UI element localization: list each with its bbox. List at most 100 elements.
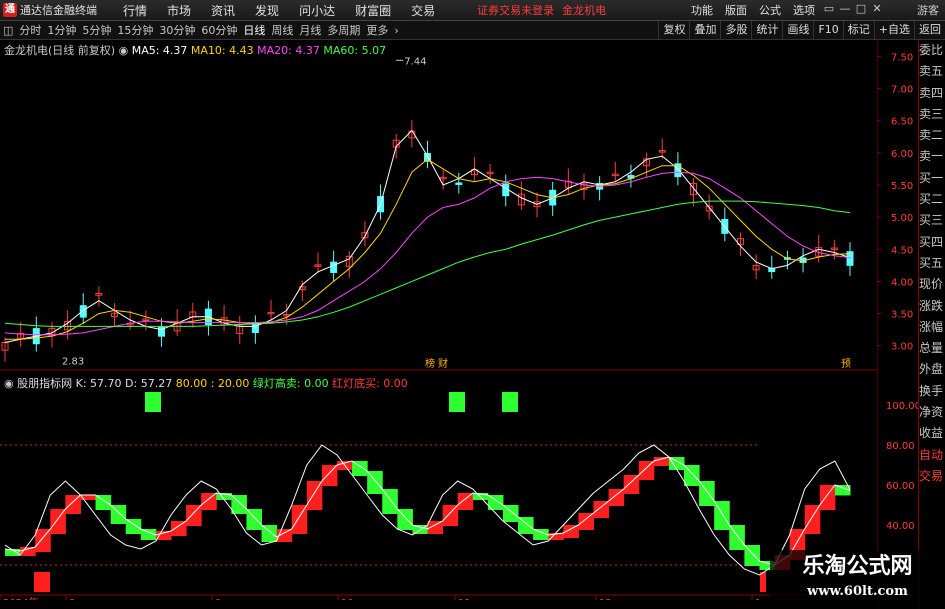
multi-stock-button[interactable]: 多股	[720, 21, 751, 39]
menu-item-news[interactable]: 资讯	[201, 2, 245, 19]
draw-button[interactable]: 画线	[782, 21, 813, 39]
close-icon[interactable]: ✕	[869, 2, 885, 18]
x-tick-label: 10	[341, 598, 354, 600]
price-scale: 7.50 7.00 6.50 6.00 5.50 5.00 4.50 4.00 3.50 3.00…	[877, 40, 918, 609]
fall-bar	[352, 461, 368, 476]
rp-net-asset: 净资	[919, 405, 944, 420]
minimize-icon[interactable]: —	[837, 2, 853, 18]
event-marker-c[interactable]: 预	[841, 358, 851, 370]
indicator-tick-label: 80.00	[886, 441, 915, 452]
settings-icon[interactable]: ◉	[119, 44, 129, 57]
back-button[interactable]: 返回	[914, 21, 945, 39]
rise-bar	[65, 495, 81, 514]
menu-item-quotes[interactable]: 行情	[113, 2, 157, 19]
price-tick-label: 5.00	[891, 213, 913, 224]
watermark: 乐淘公式网 www.60lt.com	[770, 550, 945, 609]
rp-ask5: 卖五	[919, 64, 944, 79]
green-signal-block	[502, 392, 518, 412]
x-tick-label: 12	[599, 598, 612, 600]
tf-more[interactable]: 更多	[363, 22, 391, 38]
broker-login-status[interactable]: 证券交易未登录	[477, 2, 554, 18]
price-tick-label: 5.50	[891, 181, 913, 192]
fall-bar	[502, 505, 519, 522]
menu-item-wealth[interactable]: 财富圈	[345, 2, 401, 19]
menu-item-discover[interactable]: 发现	[245, 2, 289, 19]
event-marker-a[interactable]: 榜	[425, 357, 435, 370]
ma10-value: MA10: 4.43	[190, 44, 254, 57]
rp-ask3: 卖三	[919, 106, 944, 121]
main-chart-info: 金龙机电(日线 前复权) ◉ MA5: 4.37 MA10: 4.43 MA20…	[4, 42, 386, 58]
maximize-icon[interactable]: □	[853, 2, 869, 18]
indicator-name: 股朋指标网	[17, 377, 73, 390]
fall-bar	[125, 519, 142, 534]
grid-icon[interactable]: ◫	[0, 24, 16, 37]
rp-trade[interactable]: 交易	[919, 466, 945, 487]
f10-button[interactable]: F10	[813, 21, 842, 39]
tf-monthly[interactable]: 月线	[296, 22, 324, 38]
menu-item-ask[interactable]: 问小达	[289, 2, 345, 19]
rp-auto[interactable]: 自动	[919, 445, 945, 466]
rp-change: 涨跌	[919, 298, 944, 313]
tf-15min[interactable]: 15分钟	[114, 22, 156, 38]
red-signal-block	[34, 572, 50, 592]
menu-item-layout[interactable]: 版面	[719, 2, 753, 18]
ma60-value: MA60: 5.07	[323, 44, 387, 57]
menu-item-function[interactable]: 功能	[685, 2, 719, 18]
rise-bar	[50, 509, 66, 534]
tf-weekly[interactable]: 周线	[268, 22, 296, 38]
rise-bar	[306, 481, 323, 510]
tf-5min[interactable]: 5分钟	[79, 22, 114, 38]
fall-bar	[95, 495, 112, 510]
rp-price: 现价	[919, 277, 944, 292]
toolbar-right: 复权 叠加 多股 统计 画线 F10 标记 +自选 返回	[658, 21, 945, 39]
tf-daily[interactable]: 日线	[240, 22, 268, 38]
chevron-right-icon[interactable]: ›	[391, 24, 401, 37]
rp-outer: 外盘	[919, 362, 944, 377]
watermark-title: 乐淘公式网	[802, 554, 913, 579]
tf-60min[interactable]: 60分钟	[198, 22, 240, 38]
rise-bar	[653, 457, 670, 466]
indicator-settings-icon[interactable]: ◉	[4, 377, 14, 390]
adjust-button[interactable]: 复权	[658, 21, 689, 39]
rise-bar	[170, 521, 187, 536]
red-signal-block	[760, 572, 766, 592]
menu-item-trade[interactable]: 交易	[401, 2, 445, 19]
price-tick-label: 7.00	[891, 85, 913, 96]
quote-panel: 委比 卖五 卖四 卖三 卖二 卖一 买一 买二 买三 买四 买五 现价 涨跌 涨…	[918, 40, 945, 609]
chart-canvas[interactable]: 7.44 2.83 榜 财 预 2024年 8 9 10 11 12 1	[0, 40, 877, 600]
rise-bar	[155, 531, 172, 540]
guest-user[interactable]: 游客	[917, 2, 939, 18]
rp-volume: 总量	[919, 341, 944, 356]
overlay-button[interactable]: 叠加	[689, 21, 720, 39]
rp-bid4: 买四	[919, 234, 944, 249]
mark-button[interactable]: 标记	[842, 21, 874, 39]
rp-ask4: 卖四	[919, 85, 944, 100]
indicator-tick-label: 60.00	[886, 481, 915, 492]
rp-turnover: 换手	[919, 383, 944, 398]
rp-ask2: 卖二	[919, 128, 944, 143]
window-layout-icon[interactable]: ▭	[821, 2, 837, 18]
menu-bar: 通 通达信金融终端 行情 市场 资讯 发现 问小达 财富圈 交易 证券交易未登录…	[0, 0, 945, 21]
rise-bar	[623, 475, 640, 494]
tf-intraday[interactable]: 分时	[16, 22, 44, 38]
tf-multi[interactable]: 多周期	[324, 22, 363, 38]
menu-item-market[interactable]: 市场	[157, 2, 201, 19]
add-watchlist-button[interactable]: +自选	[873, 21, 914, 39]
candle-body	[330, 261, 338, 273]
right-menu: 功能 版面 公式 选项 ▭ — □ ✕	[685, 2, 885, 18]
green-signal-block	[145, 392, 161, 412]
tf-30min[interactable]: 30分钟	[156, 22, 198, 38]
chart-area[interactable]: 7.44 2.83 榜 财 预 2024年 8 9 10 11 12 1	[0, 40, 877, 600]
rp-change-pct: 涨幅	[919, 319, 944, 334]
menu-item-options[interactable]: 选项	[787, 2, 821, 18]
indicator-tick-label: 40.00	[886, 521, 915, 532]
rp-bid5: 买五	[919, 255, 944, 270]
ma5-value: MA5: 4.37	[131, 44, 188, 57]
tf-1min[interactable]: 1分钟	[44, 22, 79, 38]
stats-button[interactable]: 统计	[751, 21, 782, 39]
main-chart-title: 金龙机电(日线 前复权)	[4, 44, 116, 57]
menu-item-formula[interactable]: 公式	[753, 2, 787, 18]
rise-bar	[457, 493, 474, 510]
watermark-url: www.60lt.com	[807, 584, 908, 599]
event-marker-b[interactable]: 财	[438, 357, 448, 370]
